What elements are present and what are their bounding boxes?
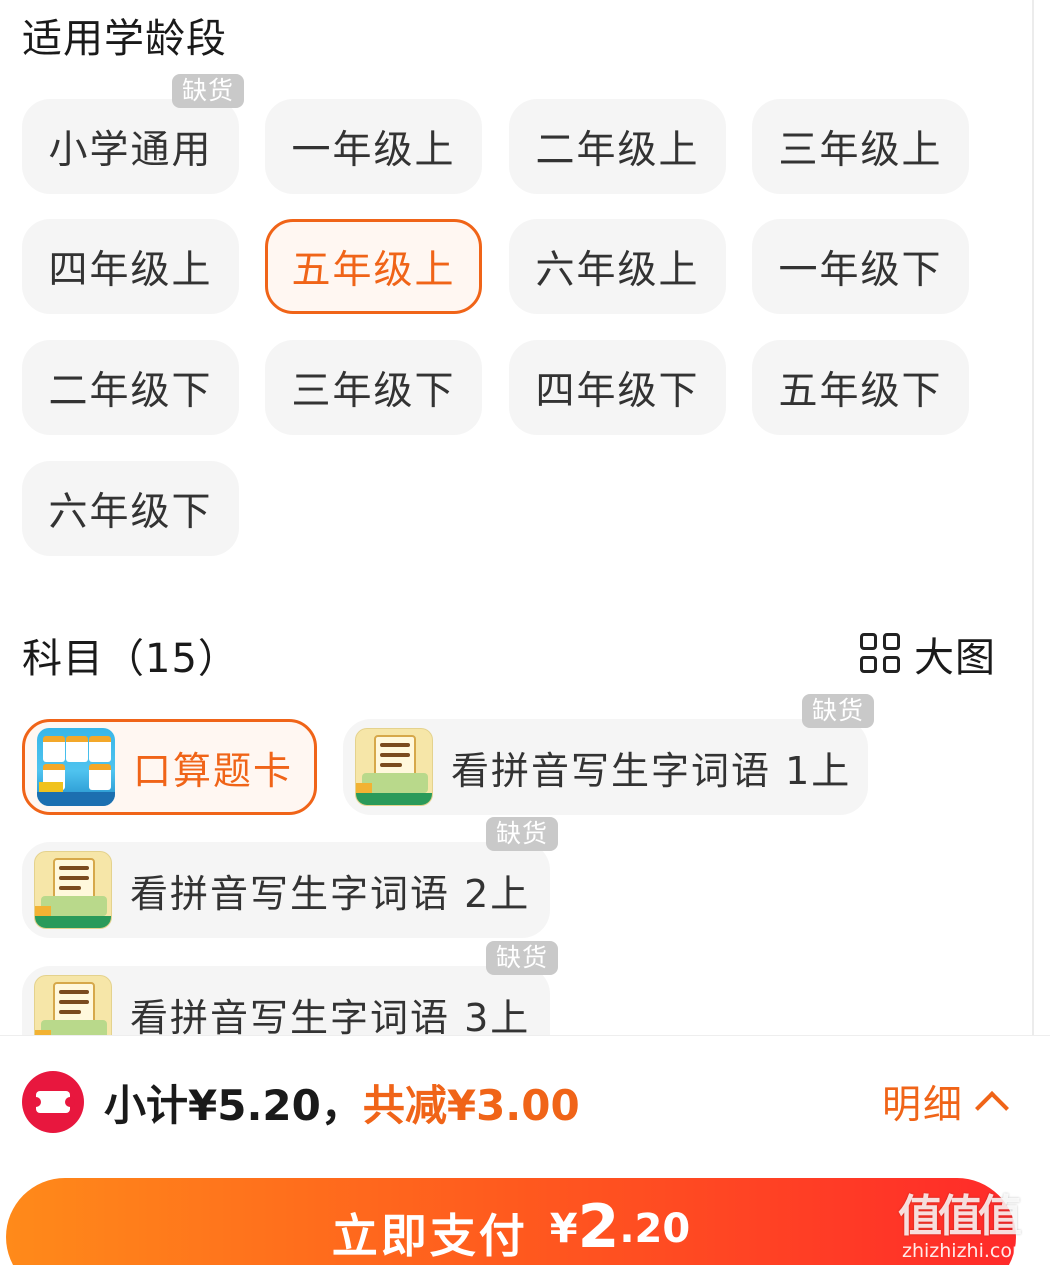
chevron-up-icon (975, 1091, 1009, 1125)
subject-label: 看拼音写生字词语 3上 (130, 995, 531, 1036)
subject-option-pinyin-1a[interactable]: 看拼音写生字词语 1上 (343, 719, 868, 815)
grade-option-4a[interactable]: 四年级上 (22, 219, 239, 314)
product-thumbnail (34, 975, 112, 1035)
out-of-stock-badge: 缺货 (486, 941, 559, 975)
grade-option-5b[interactable]: 五年级下 (752, 340, 969, 435)
subject-label: 口算题卡 (133, 748, 294, 793)
options-scroll-area[interactable]: 适用学龄段 小学通用 一年级上 二年级上 三年级上 四年级上 五年级上 六年级上… (0, 0, 1050, 1035)
big-view-toggle[interactable]: 大图 (860, 625, 996, 683)
watermark-domain: zhizhizhi.com (902, 1240, 1031, 1262)
big-view-label: 大图 (914, 635, 996, 681)
pay-currency: ¥ (549, 1206, 578, 1252)
grade-option-6a[interactable]: 六年级上 (509, 219, 726, 314)
price-detail-toggle[interactable]: 明细 (882, 1074, 1009, 1130)
age-section-title: 适用学龄段 (22, 16, 227, 62)
watermark: 值值值 zhizhizhi.com (898, 1180, 1048, 1262)
product-thumbnail (355, 728, 433, 806)
subject-label: 看拼音写生字词语 1上 (451, 748, 852, 793)
subject-option-pinyin-3a[interactable]: 看拼音写生字词语 3上 (22, 966, 550, 1035)
grade-option-3b[interactable]: 三年级下 (265, 340, 482, 435)
out-of-stock-badge: 缺货 (802, 694, 875, 728)
grade-option-1b[interactable]: 一年级下 (752, 219, 969, 314)
pay-label: 立即支付 (331, 1209, 528, 1263)
product-thumbnail (34, 851, 112, 929)
detail-label: 明细 (882, 1083, 965, 1128)
pay-amount-integer: 2 (577, 1192, 620, 1262)
watermark-logo: 值值值 (898, 1191, 1022, 1242)
coupon-icon (22, 1071, 84, 1133)
grid-icon (860, 633, 902, 675)
grade-option-general[interactable]: 小学通用 (22, 99, 239, 194)
grade-option-6b[interactable]: 六年级下 (22, 461, 239, 556)
subtotal-summary: 小计¥5.20，共减¥3.00 (104, 1072, 580, 1133)
subject-option-pinyin-2a[interactable]: 看拼音写生字词语 2上 (22, 842, 550, 938)
subtotal-text: 小计¥5.20， (104, 1081, 363, 1130)
subject-label: 看拼音写生字词语 2上 (130, 871, 531, 916)
subject-option-calc-cards[interactable]: 口算题卡 (22, 719, 317, 815)
out-of-stock-badge: 缺货 (486, 817, 559, 851)
scrollbar[interactable] (1032, 0, 1034, 1035)
grade-option-1a[interactable]: 一年级上 (265, 99, 482, 194)
subject-section-title: 科目（15） (22, 636, 239, 682)
grade-option-2a[interactable]: 二年级上 (509, 99, 726, 194)
out-of-stock-badge: 缺货 (172, 74, 245, 108)
grade-option-5a[interactable]: 五年级上 (265, 219, 482, 314)
saving-text: 共减¥3.00 (362, 1081, 580, 1130)
product-thumbnail (37, 728, 115, 806)
grade-option-3a[interactable]: 三年级上 (752, 99, 969, 194)
grade-option-4b[interactable]: 四年级下 (509, 340, 726, 435)
grade-option-2b[interactable]: 二年级下 (22, 340, 239, 435)
pay-amount-decimal: .20 (619, 1206, 691, 1252)
checkout-bar: 小计¥5.20，共减¥3.00 明细 立即支付 ¥ 2 .20 (0, 1035, 1050, 1265)
pay-now-button[interactable]: 立即支付 ¥ 2 .20 (6, 1178, 1016, 1265)
